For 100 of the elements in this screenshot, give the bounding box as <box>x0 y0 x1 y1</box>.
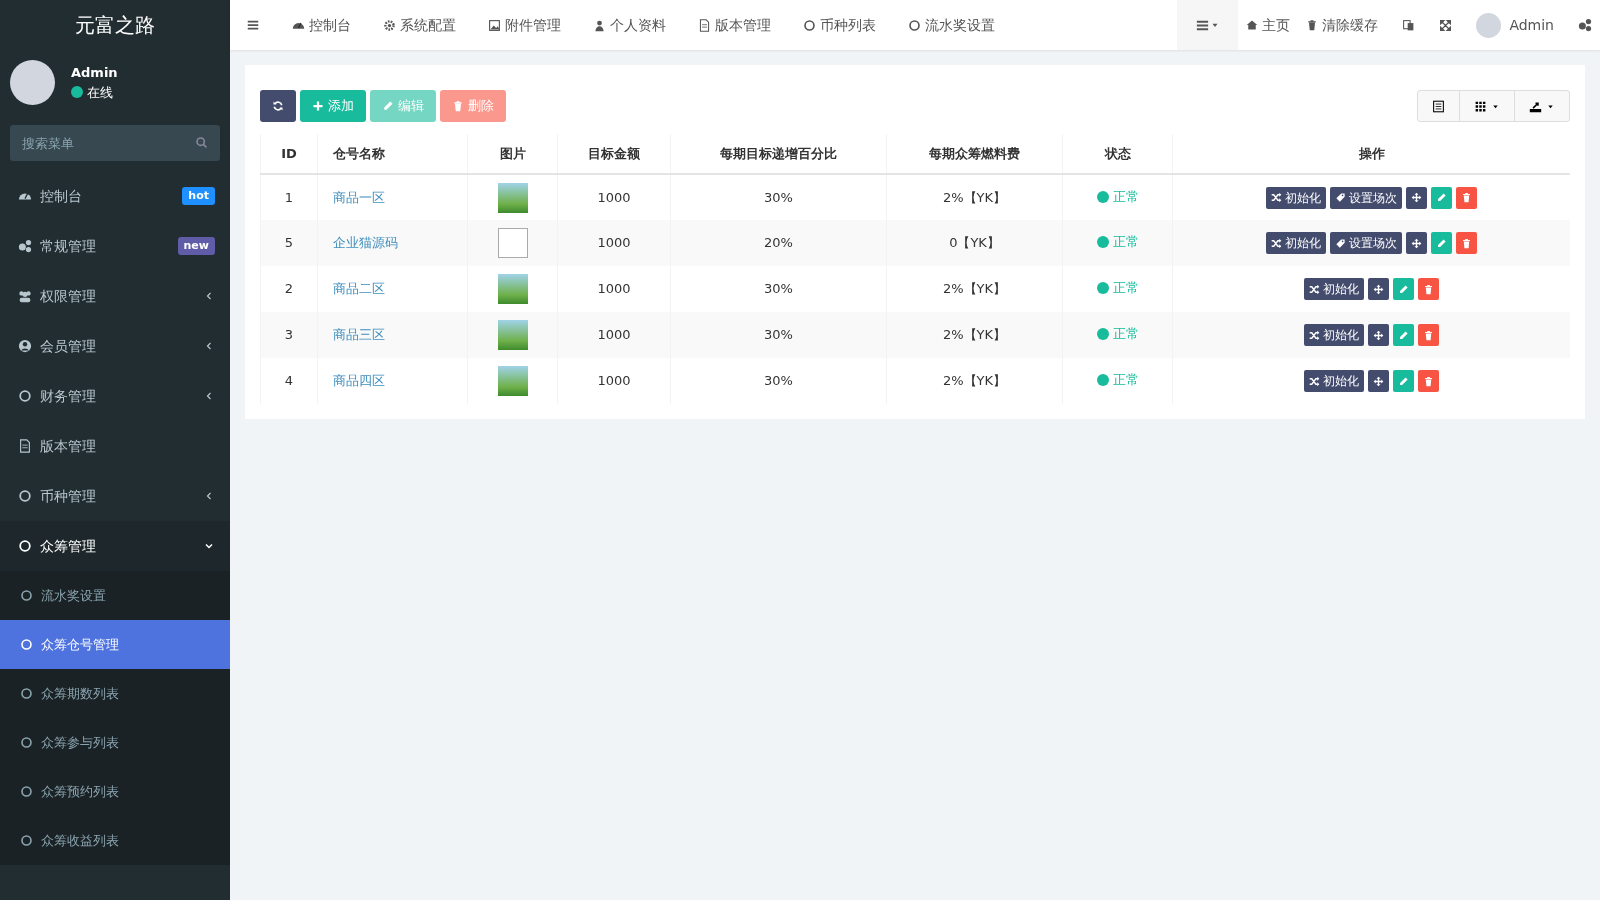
circle-icon <box>18 389 32 403</box>
dropdown-toggle[interactable] <box>1177 0 1239 50</box>
nav-link[interactable]: 主页 <box>1238 0 1299 50</box>
shuffle-icon <box>1271 192 1282 203</box>
column-header: 目标金额 <box>557 134 671 174</box>
list-view-button[interactable] <box>1417 90 1460 122</box>
move-button[interactable] <box>1368 370 1389 392</box>
image-icon <box>488 18 501 32</box>
circle-icon <box>18 539 32 553</box>
submenu-item[interactable]: 众筹收益列表 <box>0 816 230 865</box>
table-cell: 20% <box>670 220 887 266</box>
document-icon <box>18 439 32 453</box>
table-cell: 0【YK】 <box>886 220 1063 266</box>
table-cell: 2%【YK】 <box>886 358 1063 404</box>
table-cell: 1000 <box>557 312 671 358</box>
delete-button[interactable] <box>1456 186 1477 209</box>
nav-link[interactable]: 清除缓存 <box>1298 0 1387 50</box>
name-link[interactable]: 商品三区 <box>333 327 385 343</box>
columns-button[interactable] <box>1459 90 1515 122</box>
menu-item[interactable]: 权限管理 <box>0 271 230 321</box>
settings-icon <box>1578 18 1592 32</box>
table-cell: 3 <box>260 312 318 358</box>
move-icon <box>1373 375 1384 387</box>
pencil-icon <box>1398 283 1409 295</box>
menu-badge: new <box>177 236 215 256</box>
status-text: 正常 <box>1112 187 1139 206</box>
tag-icon <box>1335 237 1346 249</box>
table-cell: 5 <box>260 220 318 266</box>
nav-link[interactable]: 控制台 <box>276 0 367 50</box>
nav-link[interactable]: 系统配置 <box>367 0 472 50</box>
submenu-item[interactable]: 流水奖设置 <box>0 571 230 620</box>
menu-item[interactable]: 会员管理 <box>0 321 230 371</box>
circle-icon <box>20 687 33 700</box>
circle-icon <box>20 736 33 749</box>
menu-item[interactable]: 币种管理 <box>0 471 230 521</box>
move-icon <box>1373 329 1384 341</box>
tag-icon <box>1335 192 1346 203</box>
user-name: Admin <box>71 64 118 82</box>
initialize-button[interactable]: 初始化 <box>1304 370 1364 392</box>
avatar-icon <box>10 60 55 105</box>
nav-link[interactable]: 个人资料 <box>577 0 682 50</box>
trash-icon <box>1461 237 1472 249</box>
nav-link[interactable]: 版本管理 <box>682 0 787 50</box>
shuffle-icon <box>1309 375 1320 387</box>
name-link[interactable]: 商品四区 <box>333 373 385 389</box>
user-menu[interactable]: Admin <box>1460 0 1570 50</box>
name-link[interactable]: 商品二区 <box>333 281 385 297</box>
menu-item[interactable]: 众筹管理 <box>0 521 230 571</box>
menu-item[interactable]: 常规管理 new <box>0 221 230 271</box>
trash-icon <box>1423 375 1434 387</box>
name-link[interactable]: 商品一区 <box>333 189 385 205</box>
table-cell: 4 <box>260 358 318 404</box>
move-button[interactable] <box>1406 232 1427 254</box>
shuffle-icon <box>1271 237 1282 249</box>
move-icon <box>1411 237 1422 249</box>
submenu-item[interactable]: 众筹预约列表 <box>0 767 230 816</box>
initialize-button[interactable]: 初始化 <box>1266 232 1326 254</box>
schedule-button[interactable]: 设置场次 <box>1330 232 1402 254</box>
initialize-button[interactable]: 初始化 <box>1304 278 1364 300</box>
search-field[interactable]: 搜索菜单 <box>10 125 220 161</box>
pencil-icon <box>1398 375 1409 387</box>
gear-icon <box>383 18 396 32</box>
delete-button[interactable] <box>1456 232 1477 254</box>
fullscreen-icon <box>1439 18 1453 32</box>
menu-item[interactable]: 版本管理 <box>0 421 230 471</box>
menu-item[interactable]: 控制台 hot <box>0 171 230 221</box>
submenu-item[interactable]: 众筹仓号管理 <box>0 620 230 669</box>
gears-icon <box>18 239 32 253</box>
column-header: 操作 <box>1172 134 1570 174</box>
menu-item[interactable]: 财务管理 <box>0 371 230 421</box>
grid-icon <box>1474 99 1487 113</box>
move-button[interactable] <box>1368 278 1389 300</box>
search-icon <box>195 136 208 149</box>
shuffle-icon <box>1309 329 1320 341</box>
submenu-item[interactable]: 众筹参与列表 <box>0 718 230 767</box>
move-button[interactable] <box>1406 186 1427 209</box>
move-icon <box>1373 283 1384 295</box>
delete-button[interactable] <box>1418 324 1439 346</box>
delete-button[interactable] <box>1418 278 1439 300</box>
nav-link[interactable]: 附件管理 <box>472 0 577 50</box>
circle-icon <box>20 638 33 651</box>
pencil-icon <box>382 100 394 112</box>
schedule-button[interactable]: 设置场次 <box>1330 186 1402 209</box>
submenu-item[interactable]: 众筹期数列表 <box>0 669 230 718</box>
delete-button[interactable] <box>1418 370 1439 392</box>
export-button[interactable] <box>1514 90 1570 122</box>
refresh-button[interactable] <box>260 90 296 122</box>
circle-icon <box>20 589 33 602</box>
menu-badge: hot <box>182 186 215 206</box>
initialize-button[interactable]: 初始化 <box>1266 186 1326 209</box>
table-cell: 1000 <box>557 220 671 266</box>
initialize-button[interactable]: 初始化 <box>1304 324 1364 346</box>
nav-link[interactable]: 币种列表 <box>787 0 892 50</box>
status-text: 正常 <box>1112 233 1139 252</box>
brand-title: 元富之路 <box>75 12 155 39</box>
move-icon <box>1411 192 1422 203</box>
nav-link[interactable]: 流水奖设置 <box>892 0 1011 50</box>
trash-icon <box>1306 19 1319 31</box>
name-link[interactable]: 企业猫源码 <box>333 235 398 251</box>
move-button[interactable] <box>1368 324 1389 346</box>
